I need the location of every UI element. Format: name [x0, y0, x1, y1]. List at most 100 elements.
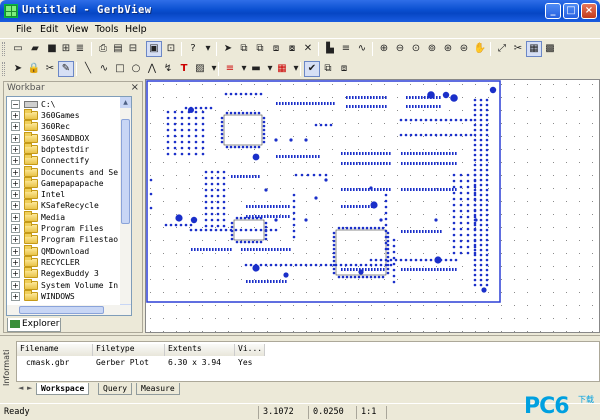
stack-icon[interactable]: ⧈: [336, 61, 352, 77]
workbar-panel: Workbar × − C:\ +360Games +360Rec +360SAND…: [3, 81, 143, 333]
expand-icon[interactable]: +: [11, 246, 20, 256]
zoom-in-icon[interactable]: ⊕: [376, 41, 392, 57]
print-icon[interactable]: ⎙: [95, 41, 111, 57]
folder-icon: [24, 188, 38, 200]
zoom-window-icon[interactable]: ⊙: [408, 41, 424, 57]
tab-prev-icon[interactable]: ◄: [18, 384, 23, 392]
menu-help[interactable]: Help: [125, 24, 147, 35]
tab-query[interactable]: Query: [98, 383, 133, 395]
ungroup-icon[interactable]: ⧇: [284, 41, 300, 57]
measure-icon[interactable]: ⤢: [494, 41, 510, 57]
grid-snap-icon[interactable]: ▩: [542, 41, 558, 57]
scroll-up-icon[interactable]: ▲: [120, 97, 131, 108]
expand-icon[interactable]: +: [11, 224, 20, 233]
tab-explorer[interactable]: Explorer: [7, 318, 61, 332]
expand-icon[interactable]: +: [11, 269, 20, 279]
view-layout-icon[interactable]: ▣: [146, 41, 162, 57]
cell-visible[interactable]: Yes: [235, 358, 252, 367]
toolbar-grip[interactable]: [2, 62, 5, 76]
expand-icon[interactable]: +: [11, 201, 20, 211]
zoom-page-icon[interactable]: ⊡: [163, 41, 179, 57]
scissors-icon[interactable]: ✂: [42, 61, 58, 77]
edit-icon[interactable]: ✎: [58, 61, 74, 77]
watermark-small-text: 下载: [578, 395, 594, 404]
column-extents[interactable]: Extents: [165, 344, 235, 356]
check-icon[interactable]: ✔: [304, 61, 320, 77]
drawing-canvas[interactable]: [145, 79, 600, 333]
layers-icon[interactable]: ≣: [72, 41, 88, 57]
tab-workspace[interactable]: Workspace: [36, 383, 90, 395]
column-filename[interactable]: Filename: [17, 344, 93, 356]
close-button[interactable]: ×: [581, 3, 597, 19]
scroll-thumb[interactable]: [19, 306, 104, 314]
pan-icon[interactable]: ✋: [472, 41, 488, 57]
cell-filename[interactable]: cmask.gbr: [23, 358, 69, 367]
expand-icon[interactable]: +: [11, 257, 20, 267]
paste-icon[interactable]: ⧉: [252, 41, 268, 57]
tree-item-label: bdptestdir: [41, 144, 90, 154]
expand-icon[interactable]: +: [11, 133, 20, 143]
duplicate-icon[interactable]: ⧉: [320, 61, 336, 77]
menu-tools[interactable]: Tools: [95, 24, 118, 35]
expand-icon[interactable]: +: [11, 235, 20, 245]
close-icon[interactable]: ×: [131, 82, 139, 93]
zoom-fit-icon[interactable]: ⊚: [424, 41, 440, 57]
folder-icon: [24, 244, 38, 256]
cursor-icon[interactable]: ➤: [10, 61, 26, 77]
layout-icon[interactable]: ⊟: [125, 41, 141, 57]
maximize-button[interactable]: □: [563, 3, 579, 19]
menu-edit[interactable]: Edit: [40, 24, 58, 35]
copy-icon[interactable]: ⧉: [236, 41, 252, 57]
minimize-button[interactable]: _: [545, 3, 561, 19]
circle-icon[interactable]: ○: [128, 61, 144, 77]
expand-icon[interactable]: +: [11, 178, 20, 188]
select-icon[interactable]: ➤: [220, 41, 236, 57]
rect-icon[interactable]: □: [112, 61, 128, 77]
file-table: Filename Filetype Extents Vi... cmask.gb…: [16, 341, 600, 382]
expand-icon[interactable]: +: [11, 144, 20, 154]
chevron-down-icon[interactable]: ▾: [206, 61, 222, 77]
expand-icon[interactable]: +: [11, 111, 20, 120]
menu-view[interactable]: View: [66, 24, 89, 35]
group-icon[interactable]: ⧈: [268, 41, 284, 57]
column-visible[interactable]: Vi...: [235, 344, 265, 356]
scroll-thumb[interactable]: [121, 119, 130, 224]
tab-next-icon[interactable]: ►: [27, 384, 32, 392]
line-icon[interactable]: ╲: [80, 61, 96, 77]
lock-icon[interactable]: 🔒: [26, 61, 42, 77]
collapse-icon[interactable]: −: [11, 100, 20, 109]
tab-measure[interactable]: Measure: [136, 383, 180, 395]
text-icon[interactable]: T: [176, 61, 192, 77]
chevron-down-icon[interactable]: ▾: [288, 61, 304, 77]
column-filetype[interactable]: Filetype: [93, 344, 165, 356]
tree-vertical-scrollbar[interactable]: ▲ ▼: [120, 97, 131, 315]
arc-icon[interactable]: ∿: [96, 61, 112, 77]
polyline-icon[interactable]: ⋀: [144, 61, 160, 77]
zoom-all-icon[interactable]: ⊜: [456, 41, 472, 57]
open-icon[interactable]: ▰: [27, 41, 43, 57]
expand-icon[interactable]: +: [11, 122, 20, 132]
expand-icon[interactable]: +: [11, 190, 20, 200]
expand-icon[interactable]: +: [11, 212, 20, 222]
curve-icon[interactable]: ↯: [160, 61, 176, 77]
expand-icon[interactable]: +: [11, 291, 20, 301]
line-style-icon[interactable]: ≡: [338, 41, 354, 57]
toolbar-grip[interactable]: [2, 42, 5, 56]
new-icon[interactable]: ▭: [10, 41, 26, 57]
snap-icon[interactable]: ✂: [510, 41, 526, 57]
folder-icon: [24, 289, 38, 301]
expand-icon[interactable]: +: [11, 280, 20, 290]
help-icon[interactable]: ?: [185, 41, 201, 57]
grid-icon[interactable]: ▦: [526, 41, 542, 57]
move-icon[interactable]: ∿: [354, 41, 370, 57]
fill-icon[interactable]: ▙: [322, 41, 338, 57]
expand-icon[interactable]: +: [11, 156, 20, 166]
zoom-prev-icon[interactable]: ⊛: [440, 41, 456, 57]
delete-icon[interactable]: ✕: [300, 41, 316, 57]
chevron-down-icon[interactable]: ▾: [200, 41, 216, 57]
tree-horizontal-scrollbar[interactable]: [7, 305, 131, 315]
menu-file[interactable]: File: [16, 24, 32, 35]
expand-icon[interactable]: +: [11, 167, 20, 177]
zoom-out-icon[interactable]: ⊖: [392, 41, 408, 57]
print-preview-icon[interactable]: ▤: [110, 41, 126, 57]
